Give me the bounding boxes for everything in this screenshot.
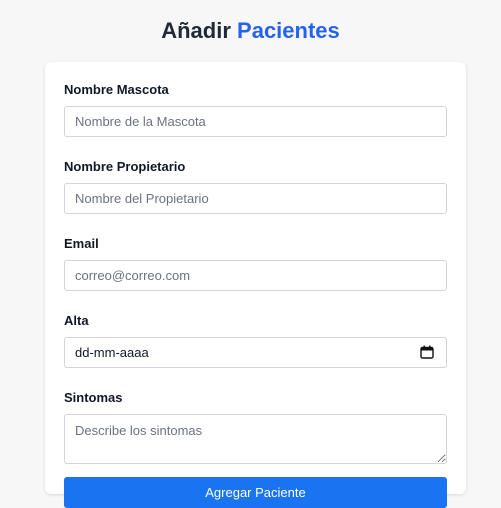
add-patient-button[interactable]: Agregar Paciente (64, 477, 447, 508)
symptoms-label: Sintomas (64, 390, 123, 405)
symptoms-textarea[interactable] (64, 414, 447, 464)
email-label: Email (64, 236, 99, 251)
pet-name-field: Nombre Mascota (64, 82, 447, 137)
page-title: Añadir Pacientes (0, 0, 501, 46)
pet-name-label: Nombre Mascota (64, 82, 169, 97)
email-input[interactable] (64, 260, 447, 291)
discharge-date-input[interactable]: dd-mm-aaaa (64, 337, 447, 368)
calendar-icon[interactable] (420, 345, 434, 359)
symptoms-field: Sintomas (64, 390, 447, 464)
owner-name-label: Nombre Propietario (64, 159, 186, 174)
discharge-field: Alta dd-mm-aaaa (64, 313, 447, 368)
title-accent: Pacientes (237, 18, 340, 43)
discharge-label: Alta (64, 313, 89, 328)
discharge-date-text[interactable]: dd-mm-aaaa (64, 337, 447, 368)
owner-name-field: Nombre Propietario (64, 159, 447, 214)
pet-name-input[interactable] (64, 106, 447, 137)
title-prefix: Añadir (161, 18, 231, 43)
owner-name-input[interactable] (64, 183, 447, 214)
patient-form: Nombre Mascota Nombre Propietario Email … (45, 62, 466, 508)
email-field: Email (64, 236, 447, 291)
